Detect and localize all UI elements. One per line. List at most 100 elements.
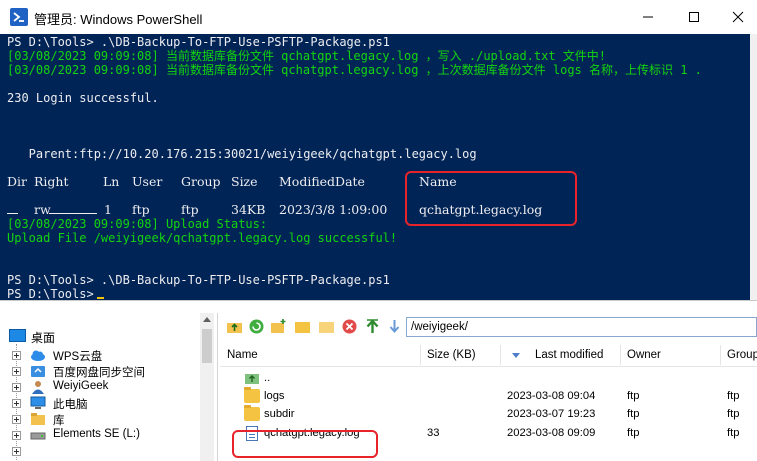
tree-root-label: 桌面: [31, 331, 56, 345]
expand-icon[interactable]: [12, 399, 21, 408]
file-name: subdir: [264, 408, 295, 420]
file-modified: 2023-03-08 09:04: [507, 390, 596, 402]
tree-item-label: 百度网盘同步空间: [53, 367, 145, 379]
column-owner[interactable]: Owner: [627, 349, 661, 361]
minimize-button[interactable]: [625, 0, 671, 34]
file-size: 33: [427, 427, 440, 439]
console-col-size: Size: [231, 174, 258, 189]
delete-icon[interactable]: [341, 318, 358, 335]
expand-icon[interactable]: [12, 383, 21, 392]
expand-icon[interactable]: [12, 367, 21, 376]
minimize-icon: [643, 16, 653, 18]
file-owner: ftp: [627, 390, 640, 402]
drive-icon: [30, 432, 46, 440]
sort-descending-icon: [512, 353, 520, 358]
console-col-user: User: [132, 174, 163, 189]
remote-path-input[interactable]: /weiyigeek/: [406, 317, 757, 337]
console-line-login: 230 Login successful.: [7, 91, 159, 105]
right-dash: [49, 213, 97, 214]
console-cell-modified: 2023/3/8 1:09:00: [279, 202, 388, 217]
maximize-button[interactable]: [671, 0, 717, 34]
tree-item-label: WPS云盘: [53, 351, 103, 363]
maximize-icon: [689, 12, 699, 22]
new-folder-icon[interactable]: [270, 318, 287, 335]
file-group: ftp: [727, 390, 740, 402]
console-cell-ln: 1: [104, 202, 112, 217]
tree-item-label: 库: [53, 415, 65, 427]
scroll-thumb[interactable]: [202, 329, 212, 363]
console-cell-user: ftp: [132, 202, 150, 217]
expand-icon[interactable]: [12, 447, 21, 456]
close-icon: [732, 11, 744, 23]
folder-icon[interactable]: [294, 318, 311, 335]
tree-item-this-pc[interactable]: 此电脑: [0, 395, 200, 411]
folder-icon: [244, 387, 260, 403]
dir-dash: [7, 213, 18, 214]
upload-icon[interactable]: [364, 318, 381, 335]
console-line-upload-result: Upload File /weiyigeek/qchatgpt.legacy.l…: [7, 231, 398, 245]
parent-folder-icon: [245, 374, 259, 384]
file-manager: 桌面 WPS云盘 百度网盘同步空间 WeiyiGeek 此电脑 库 Elemen…: [0, 300, 757, 461]
tree-scrollbar[interactable]: [200, 313, 214, 461]
folder-icon: [244, 405, 260, 421]
file-modified: 2023-03-08 09:09: [507, 427, 596, 439]
console-line-backup-write: [03/08/2023 09:09:08] 当前数据库备份文件 qchatgpt…: [7, 49, 607, 63]
tree-item-library[interactable]: 库: [0, 411, 200, 427]
tree-item-baidu[interactable]: 百度网盘同步空间: [0, 363, 200, 379]
console-scrollbar[interactable]: [750, 34, 757, 300]
file-group: ftp: [727, 408, 740, 420]
console-table-header: Dir Right Ln User Group Size ModifiedDat…: [0, 175, 750, 189]
local-tree-pane[interactable]: 桌面 WPS云盘 百度网盘同步空间 WeiyiGeek 此电脑 库 Elemen…: [0, 313, 218, 461]
tree-item-partial[interactable]: [0, 443, 200, 459]
console-col-right: Right: [34, 174, 69, 189]
user-icon: [32, 381, 44, 394]
remote-file-pane: /weiyigeek/ Name Size (KB) Last modified…: [220, 313, 757, 461]
column-separator[interactable]: [420, 345, 421, 365]
powershell-titlebar[interactable]: 管理员: Windows PowerShell: [0, 0, 757, 34]
console-cell-right: rw: [34, 202, 51, 217]
column-group[interactable]: Group: [727, 349, 757, 361]
file-row-subdir[interactable]: subdir 2023-03-07 19:23 ftp ftp: [220, 405, 757, 423]
expand-icon[interactable]: [12, 415, 21, 424]
expand-icon[interactable]: [12, 431, 21, 440]
window-title: 管理员: Windows PowerShell: [34, 12, 203, 27]
file-row-parent[interactable]: ..: [220, 369, 757, 387]
file-highlight: [232, 430, 378, 458]
column-size[interactable]: Size (KB): [427, 349, 476, 361]
column-separator[interactable]: [500, 345, 501, 365]
sync-folder-icon: [31, 366, 45, 377]
scroll-up-icon[interactable]: [203, 317, 211, 322]
column-separator[interactable]: [620, 345, 621, 365]
console-line-command-repeat: PS D:\Tools> .\DB-Backup-To-FTP-Use-PSFT…: [7, 273, 390, 287]
tree-item-drive-l[interactable]: Elements SE (L:): [0, 427, 200, 443]
tree-item-wps[interactable]: WPS云盘: [0, 347, 200, 363]
file-owner: ftp: [627, 408, 640, 420]
tree-item-label: WeiyiGeek: [53, 380, 109, 392]
console-line-backup-status: [03/08/2023 09:09:08] 当前数据库备份文件 qchatgpt…: [7, 63, 702, 77]
tree-item-label: Elements SE (L:): [53, 428, 140, 440]
console-col-modified: ModifiedDate: [279, 174, 365, 189]
column-separator[interactable]: [720, 345, 721, 365]
download-icon[interactable]: [386, 318, 403, 335]
console-col-ln: Ln: [103, 174, 120, 189]
console-cursor: [97, 297, 104, 299]
file-name: logs: [264, 390, 285, 402]
folder-open-icon[interactable]: [318, 318, 335, 335]
file-owner: ftp: [627, 427, 640, 439]
file-list-header: Name Size (KB) Last modified Owner Group: [220, 343, 757, 367]
tree-item-weiyigeek[interactable]: WeiyiGeek: [0, 379, 200, 395]
expand-icon[interactable]: [12, 351, 21, 360]
tree-item-label: 此电脑: [53, 399, 88, 411]
file-row-logs[interactable]: logs 2023-03-08 09:04 ftp ftp: [220, 387, 757, 405]
column-last-modified[interactable]: Last modified: [535, 349, 603, 361]
powershell-console[interactable]: PS D:\Tools> .\DB-Backup-To-FTP-Use-PSFT…: [0, 34, 750, 300]
console-table-row: rw 1 ftp ftp 34KB 2023/3/8 1:09:00 qchat…: [0, 203, 750, 217]
console-col-group: Group: [181, 174, 221, 189]
parent-folder-icon[interactable]: [226, 318, 243, 335]
close-button[interactable]: [715, 0, 757, 34]
column-name[interactable]: Name: [227, 349, 258, 361]
refresh-icon[interactable]: [248, 318, 265, 335]
console-cell-group: ftp: [181, 202, 199, 217]
console-line-parent: Parent:ftp://10.20.176.215:30021/weiyige…: [7, 147, 477, 161]
console-col-dir: Dir: [7, 174, 27, 189]
